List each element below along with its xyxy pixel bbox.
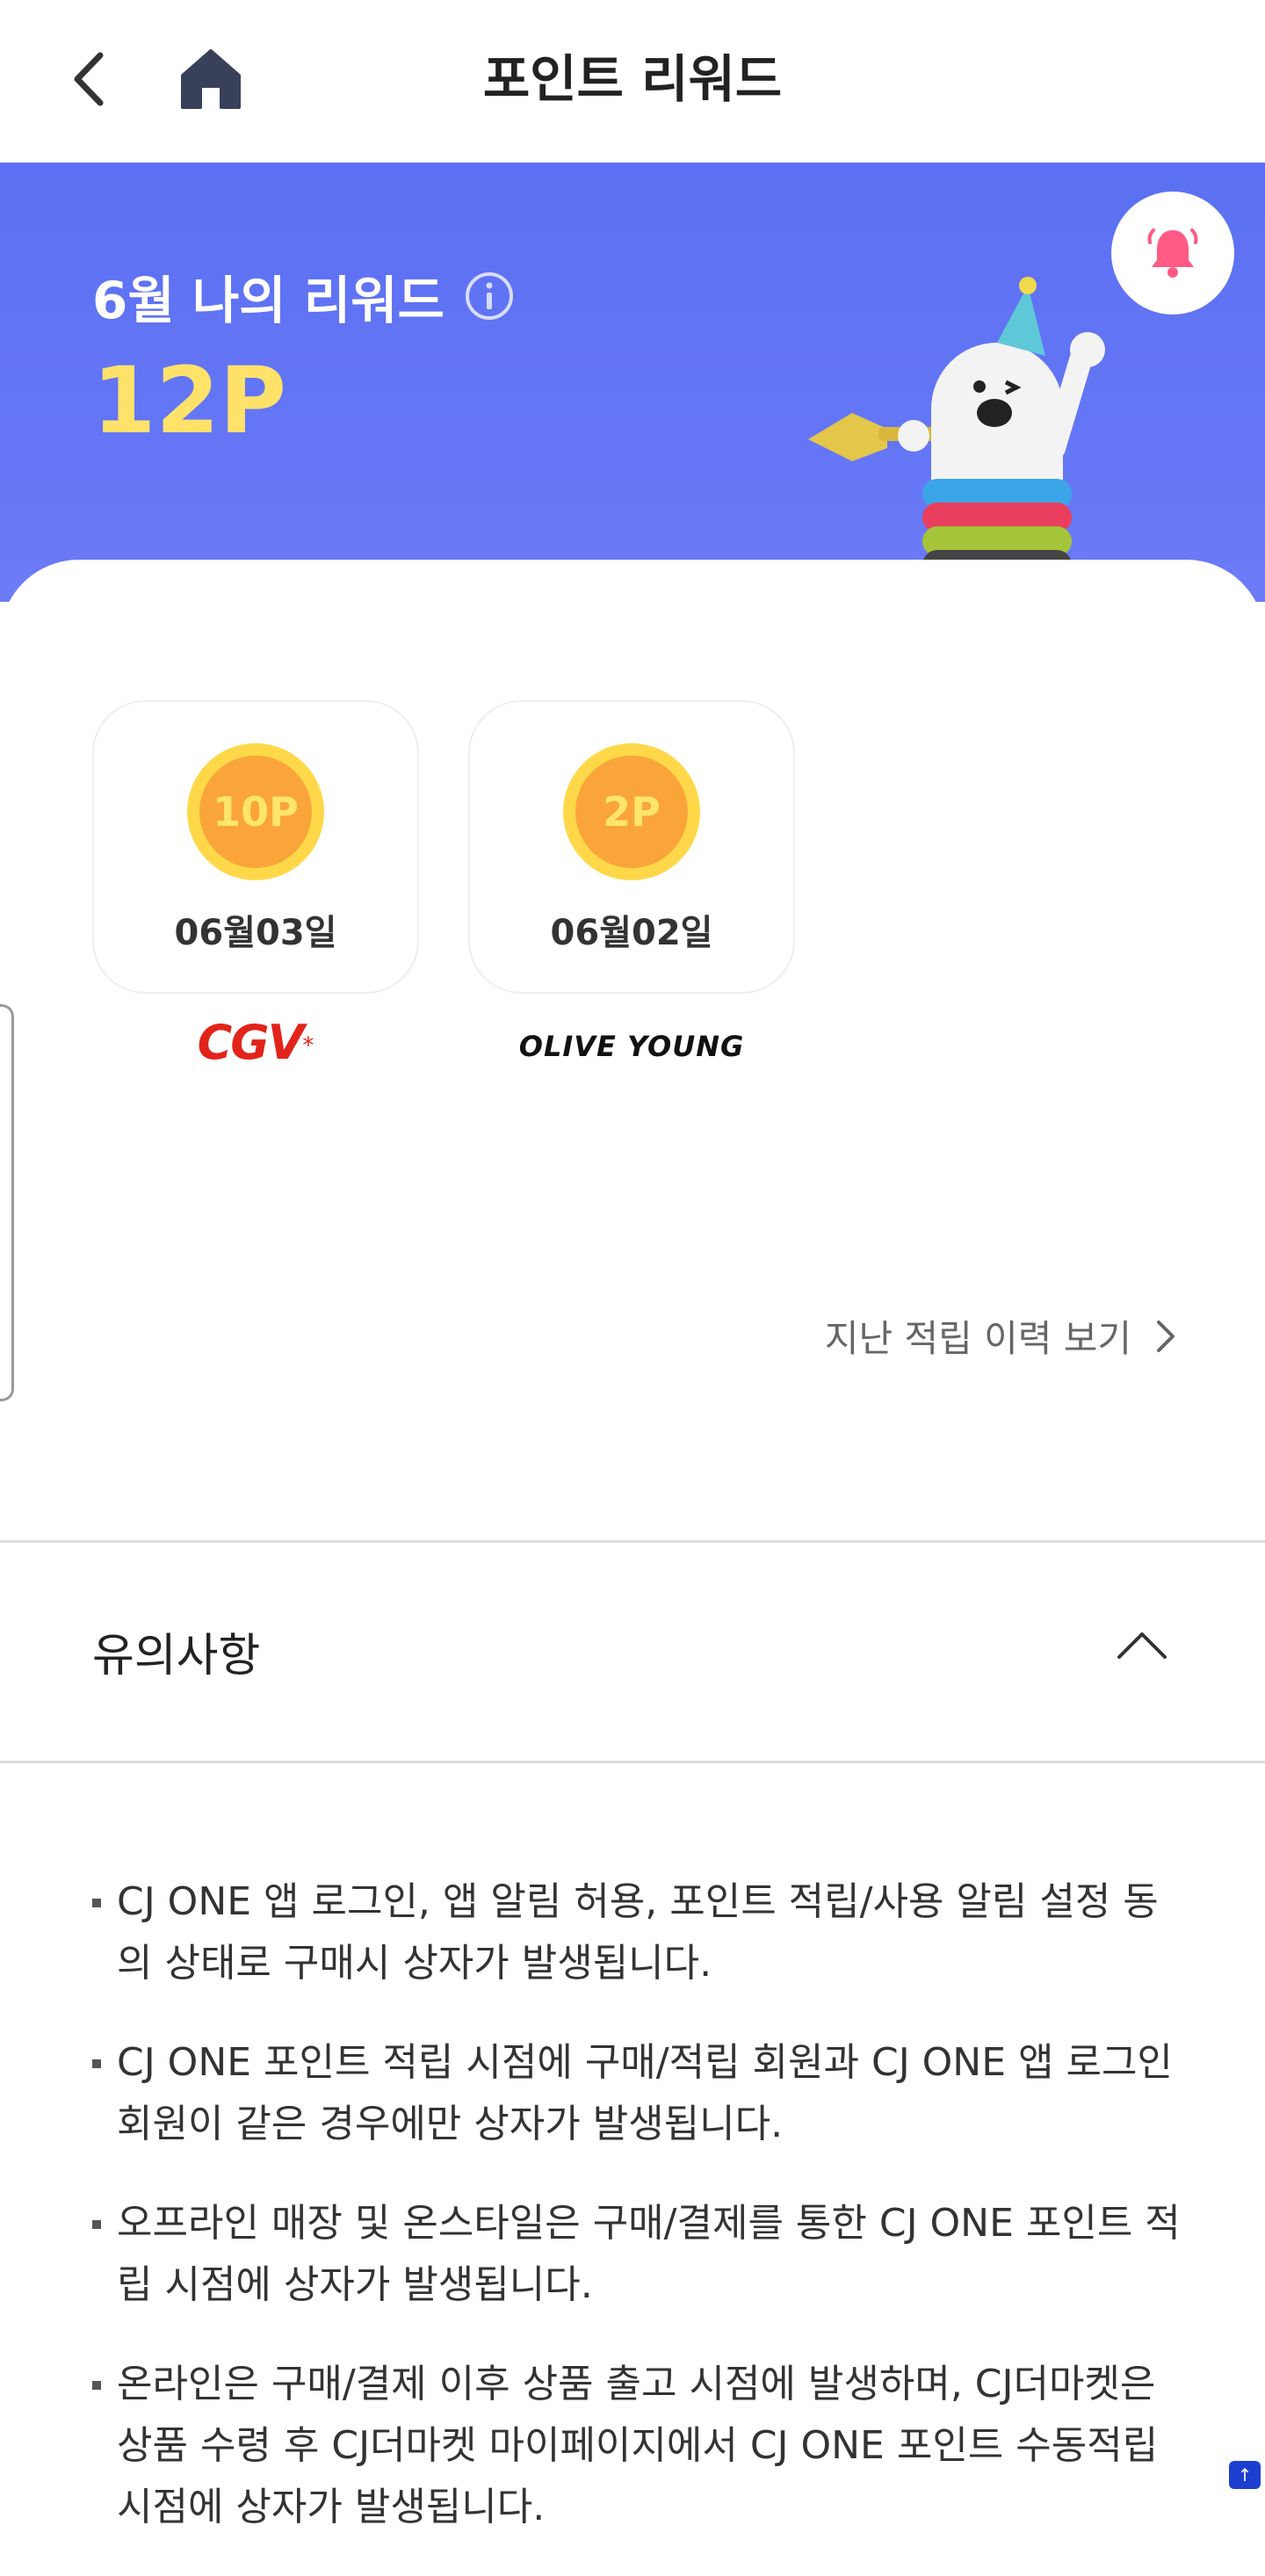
top-bar: 포인트 리워드 xyxy=(0,0,1265,163)
coin-point-label: 2P xyxy=(603,788,661,836)
side-drawer-handle[interactable] xyxy=(0,1004,14,1401)
notice-list: CJ ONE 앱 로그인, 앱 알림 허용, 포인트 적립/사용 알림 설정 동… xyxy=(92,1871,1182,2576)
scroll-top-button[interactable]: ↑ xyxy=(1229,2461,1261,2489)
notice-title: 유의사항 xyxy=(92,1630,261,1682)
brand-logo-oliveyoung: OLIVE YOUNG xyxy=(518,1030,745,1063)
brand-logo-cgv: CGV* xyxy=(197,1015,314,1070)
month-reward-label: 6월 나의 리워드 xyxy=(92,271,445,330)
info-icon[interactable] xyxy=(464,271,515,322)
notice-item: 오프라인 매장 및 온스타일은 구매/결제를 통한 CJ ONE 포인트 적립 … xyxy=(92,2193,1182,2316)
month-reward-heading: 6월 나의 리워드 xyxy=(92,259,515,333)
section-divider xyxy=(0,1761,1265,1763)
past-history-link[interactable]: 지난 적립 이력 보기 xyxy=(825,1309,1177,1363)
coin-point-label: 10P xyxy=(213,788,299,836)
page-title: 포인트 리워드 xyxy=(482,49,783,109)
past-history-label: 지난 적립 이력 보기 xyxy=(824,1317,1131,1360)
reward-box-1[interactable]: 10P 06월03일 xyxy=(92,700,419,994)
notice-item: CJ ONE 앱 로그인, 앱 알림 허용, 포인트 적립/사용 알림 설정 동… xyxy=(92,1871,1182,1994)
notice-item: 온라인은 구매/결제 이후 상품 출고 시점에 발생하며, CJ더마켓은 상품 … xyxy=(92,2354,1182,2538)
reward-date: 06월03일 xyxy=(174,913,337,953)
reward-date: 06월02일 xyxy=(550,913,713,953)
mascot-illustration xyxy=(808,277,1105,602)
chevron-right-icon xyxy=(1157,1320,1175,1352)
section-divider xyxy=(0,1540,1265,1543)
chevron-up-icon[interactable] xyxy=(1116,1627,1168,1662)
notice-item: CJ ONE 포인트 적립 시점에 구매/적립 회원과 CJ ONE 앱 로그인… xyxy=(92,2032,1182,2155)
total-points: 12P xyxy=(92,347,286,454)
reward-box-2[interactable]: 2P 06월02일 xyxy=(468,700,795,994)
reward-hero: 6월 나의 리워드 12P xyxy=(0,163,1265,602)
